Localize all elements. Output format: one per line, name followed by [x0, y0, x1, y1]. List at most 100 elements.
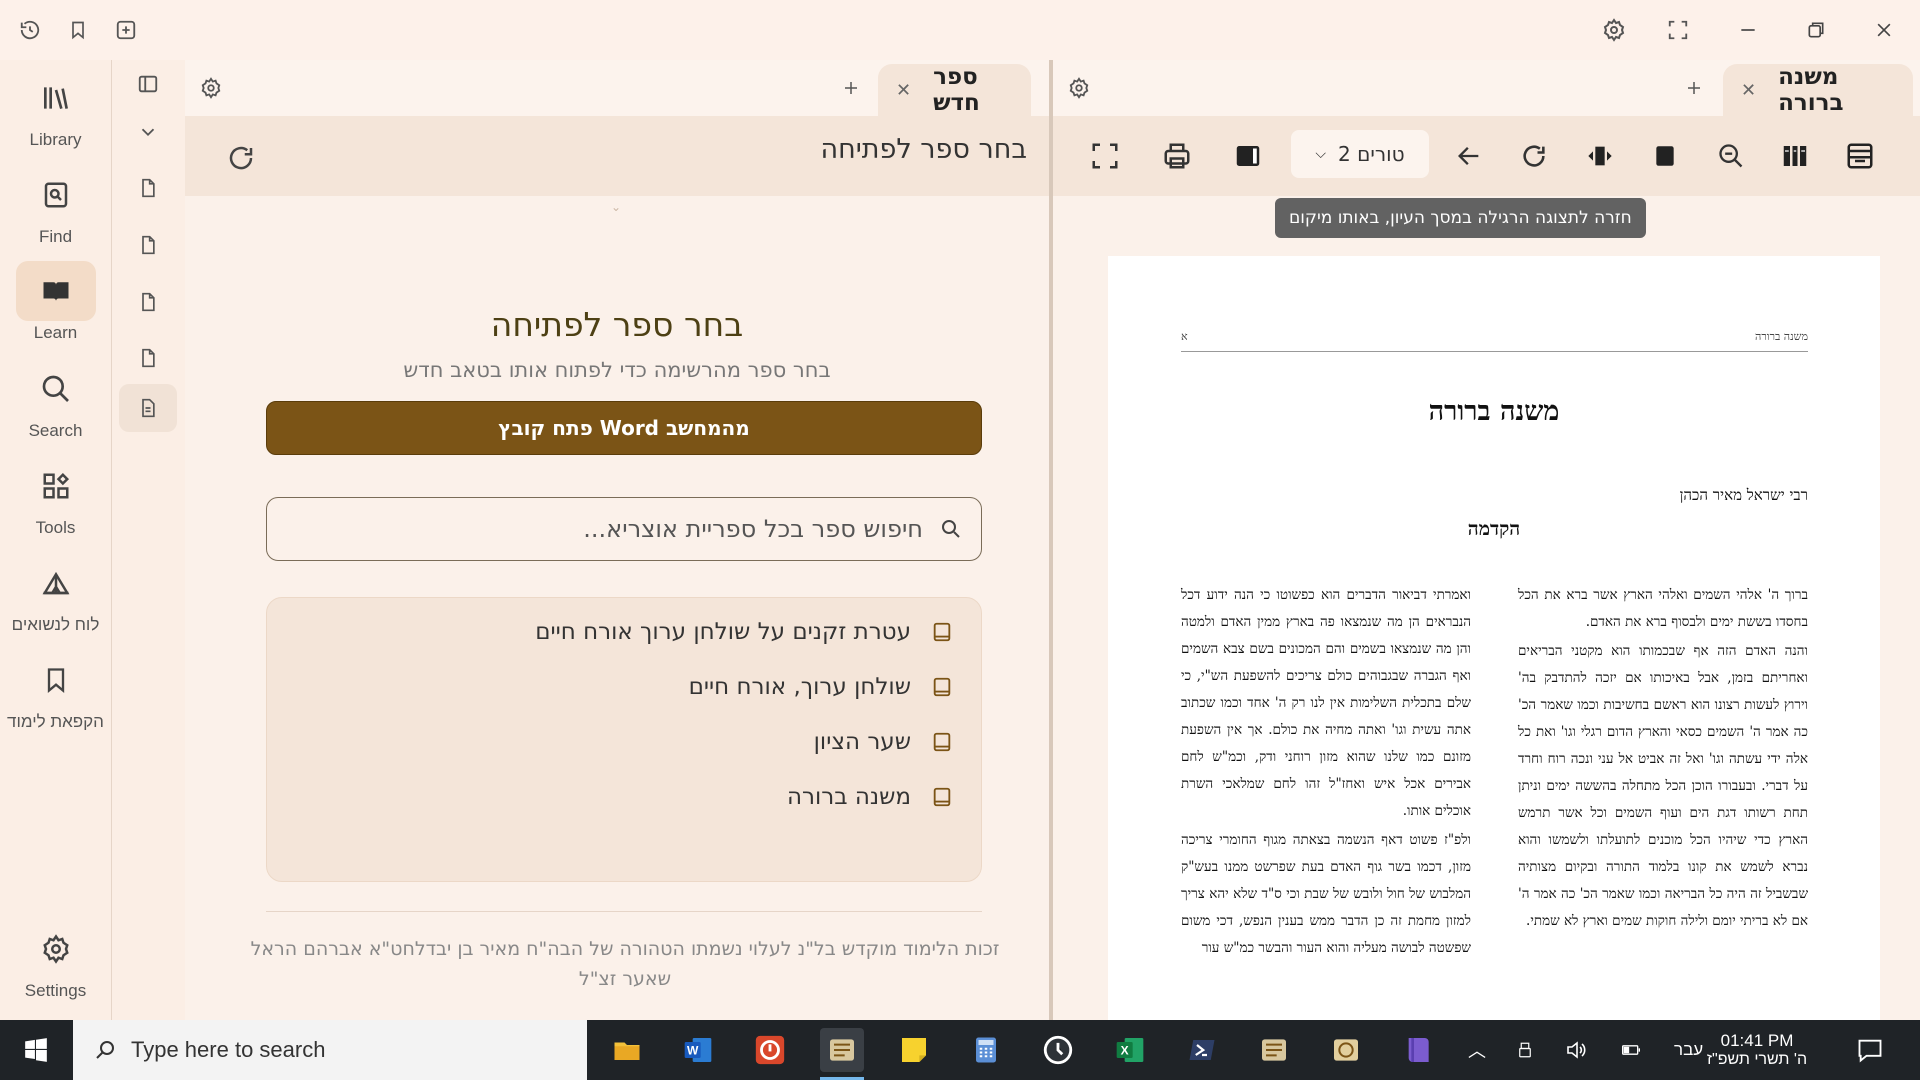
columns-label: 2 טורים: [1338, 142, 1405, 166]
volume-icon: [1567, 1041, 1586, 1059]
powershell-icon[interactable]: [1180, 1028, 1224, 1072]
otzaria-app-icon[interactable]: [1252, 1028, 1296, 1072]
split-view-icon[interactable]: [1580, 136, 1620, 176]
language-indicator[interactable]: עבר: [1674, 1040, 1703, 1060]
refresh-icon[interactable]: [221, 138, 261, 178]
running-header: משנה ברורה: [1755, 330, 1808, 343]
close-tab-icon[interactable]: ✕: [1741, 80, 1756, 101]
close-tab-icon[interactable]: ✕: [896, 80, 911, 101]
add-tab-icon[interactable]: [110, 14, 142, 46]
books-icon[interactable]: [1775, 136, 1815, 176]
settings-icon[interactable]: [1063, 72, 1095, 104]
paragraph: ואמרתי דביאור הדברים הוא כפשוטו כי הנה י…: [1181, 587, 1471, 819]
reading-view-icon[interactable]: [1228, 136, 1268, 176]
book-search-box[interactable]: [266, 497, 982, 561]
otzaria-app-icon[interactable]: [820, 1028, 864, 1080]
calculator-icon[interactable]: [964, 1028, 1008, 1072]
left-toolbar: בחר ספר לפתיחה: [185, 116, 1049, 196]
nav-label: Learn: [33, 323, 78, 342]
section-heading: הקדמה: [1467, 518, 1521, 540]
print-icon[interactable]: [1157, 136, 1197, 176]
learn-icon: [15, 261, 96, 321]
nav-label: הקפאת לימוד: [7, 712, 104, 731]
left-tab-strip: ✕ ספר חדש: [185, 60, 1049, 116]
nav-item-tent[interactable]: לוח לנשואים: [0, 553, 111, 635]
settings-icon[interactable]: [195, 72, 227, 104]
restore-icon[interactable]: [1800, 14, 1832, 46]
add-tab-icon[interactable]: [835, 72, 867, 104]
chevron-down-icon: ⌵: [1315, 146, 1327, 162]
add-tab-icon[interactable]: [1678, 72, 1710, 104]
nav-label: Library: [29, 130, 82, 149]
purple-book-icon[interactable]: [1396, 1028, 1440, 1072]
nav-item-settings[interactable]: Settings: [0, 919, 111, 1001]
app-red-icon[interactable]: [748, 1028, 792, 1072]
document-icon[interactable]: [119, 334, 177, 382]
otzaria-app-icon[interactable]: [1324, 1028, 1368, 1072]
bookmark-icon[interactable]: [62, 14, 94, 46]
nav-item-tools[interactable]: Tools: [0, 456, 111, 538]
book-icon: [933, 622, 951, 642]
back-arrow-icon[interactable]: [1449, 136, 1489, 176]
clock[interactable]: 01:41 PM ה' תשרי תשפ"ז: [1702, 1020, 1812, 1080]
word-icon[interactable]: W: [676, 1028, 720, 1072]
text-column-right: ברוך ה' אלהי השמים ואלהי הארץ אשר ברא את…: [1518, 582, 1808, 937]
close-icon[interactable]: [1868, 14, 1900, 46]
tools-icon: [16, 456, 96, 516]
nav-rail: Library Find Learn Search Tools לוח לנשו…: [0, 60, 111, 1020]
minimize-icon[interactable]: [1732, 14, 1764, 46]
taskbar: Type here to search W X ︿ עבר 01:41 PM ה…: [0, 1020, 1920, 1080]
open-word-file-button[interactable]: פתח קובץ Word מהמחשב: [266, 401, 982, 455]
columns-select[interactable]: ⌵ 2 טורים: [1291, 130, 1429, 178]
archive-icon[interactable]: [1840, 136, 1880, 176]
settings-icon[interactable]: [1598, 14, 1630, 46]
list-item[interactable]: שער הציון: [265, 714, 981, 770]
document-icon[interactable]: [119, 278, 177, 326]
divider: [266, 911, 982, 912]
nav-item-bookmark[interactable]: הקפאת לימוד: [0, 650, 111, 732]
document-icon[interactable]: [119, 164, 177, 212]
nav-label: Search: [28, 421, 83, 440]
chevron-up-icon[interactable]: ︿: [1468, 1037, 1486, 1063]
search-icon: [939, 517, 963, 541]
list-item[interactable]: שולחן ערוך, אורח חיים: [265, 659, 981, 715]
list-item[interactable]: עטרת זקנים על שולחן ערוך אורח חיים: [265, 604, 981, 660]
notifications-icon[interactable]: [1848, 1028, 1892, 1072]
file-explorer-icon[interactable]: [605, 1028, 649, 1072]
tab-mishna-berura[interactable]: ✕ משנה ברורה: [1723, 64, 1913, 116]
page-title: בחר ספר לפתיחה: [490, 305, 744, 344]
fullscreen-icon[interactable]: [1662, 14, 1694, 46]
windows-start-icon[interactable]: [14, 1028, 58, 1072]
book-list: עטרת זקנים על שולחן ערוך אורח חיים שולחן…: [266, 597, 982, 882]
nav-item-library[interactable]: Library: [0, 68, 111, 150]
nav-item-search[interactable]: Search: [0, 359, 111, 441]
zoom-out-icon[interactable]: [1711, 136, 1751, 176]
document-icon[interactable]: [119, 221, 177, 269]
left-pane: ✕ ספר חדש בחר ספר לפתיחה ⌄ בחר ספר לפתיח…: [185, 60, 1049, 1020]
clock-time: 01:41 PM: [1720, 1031, 1794, 1050]
nav-item-find[interactable]: Find: [0, 165, 111, 247]
nav-item-learn[interactable]: Learn: [0, 261, 111, 343]
tab-new-book[interactable]: ✕ ספר חדש: [878, 64, 1031, 116]
text-column-left: ואמרתי דביאור הדברים הוא כפשוטו כי הנה י…: [1181, 582, 1471, 964]
page-view-icon[interactable]: [1645, 136, 1685, 176]
sticky-notes-icon[interactable]: [892, 1028, 936, 1072]
document-text-icon[interactable]: [119, 384, 177, 432]
chevron-down-icon[interactable]: [119, 108, 177, 156]
book-title: שולחן ערוך, אורח חיים: [688, 674, 911, 700]
search-input[interactable]: [285, 510, 923, 548]
tooltip: חזרה לתצוגה הרגילה במסך העיון, באותו מיק…: [1275, 198, 1646, 238]
paragraph: והנה האדם הזה אף שבכמותו הוא מקטני הבריא…: [1518, 643, 1808, 929]
list-item[interactable]: משנה ברורה: [265, 769, 981, 825]
system-tray: ︿ עבר: [1468, 1020, 1703, 1080]
fullscreen-icon[interactable]: [1085, 136, 1125, 176]
paragraph: ברוך ה' אלהי השמים ואלהי הארץ אשר ברא את…: [1518, 587, 1808, 630]
refresh-icon[interactable]: [1514, 136, 1554, 176]
sidebar-toggle-icon[interactable]: [119, 60, 177, 108]
tab-label: ספר חדש: [933, 64, 980, 116]
nav-label: לוח לנשואים: [11, 615, 100, 634]
taskbar-search[interactable]: Type here to search: [73, 1020, 587, 1080]
clock-app-icon[interactable]: [1036, 1028, 1080, 1072]
history-icon[interactable]: [14, 14, 46, 46]
excel-icon[interactable]: X: [1108, 1028, 1152, 1072]
